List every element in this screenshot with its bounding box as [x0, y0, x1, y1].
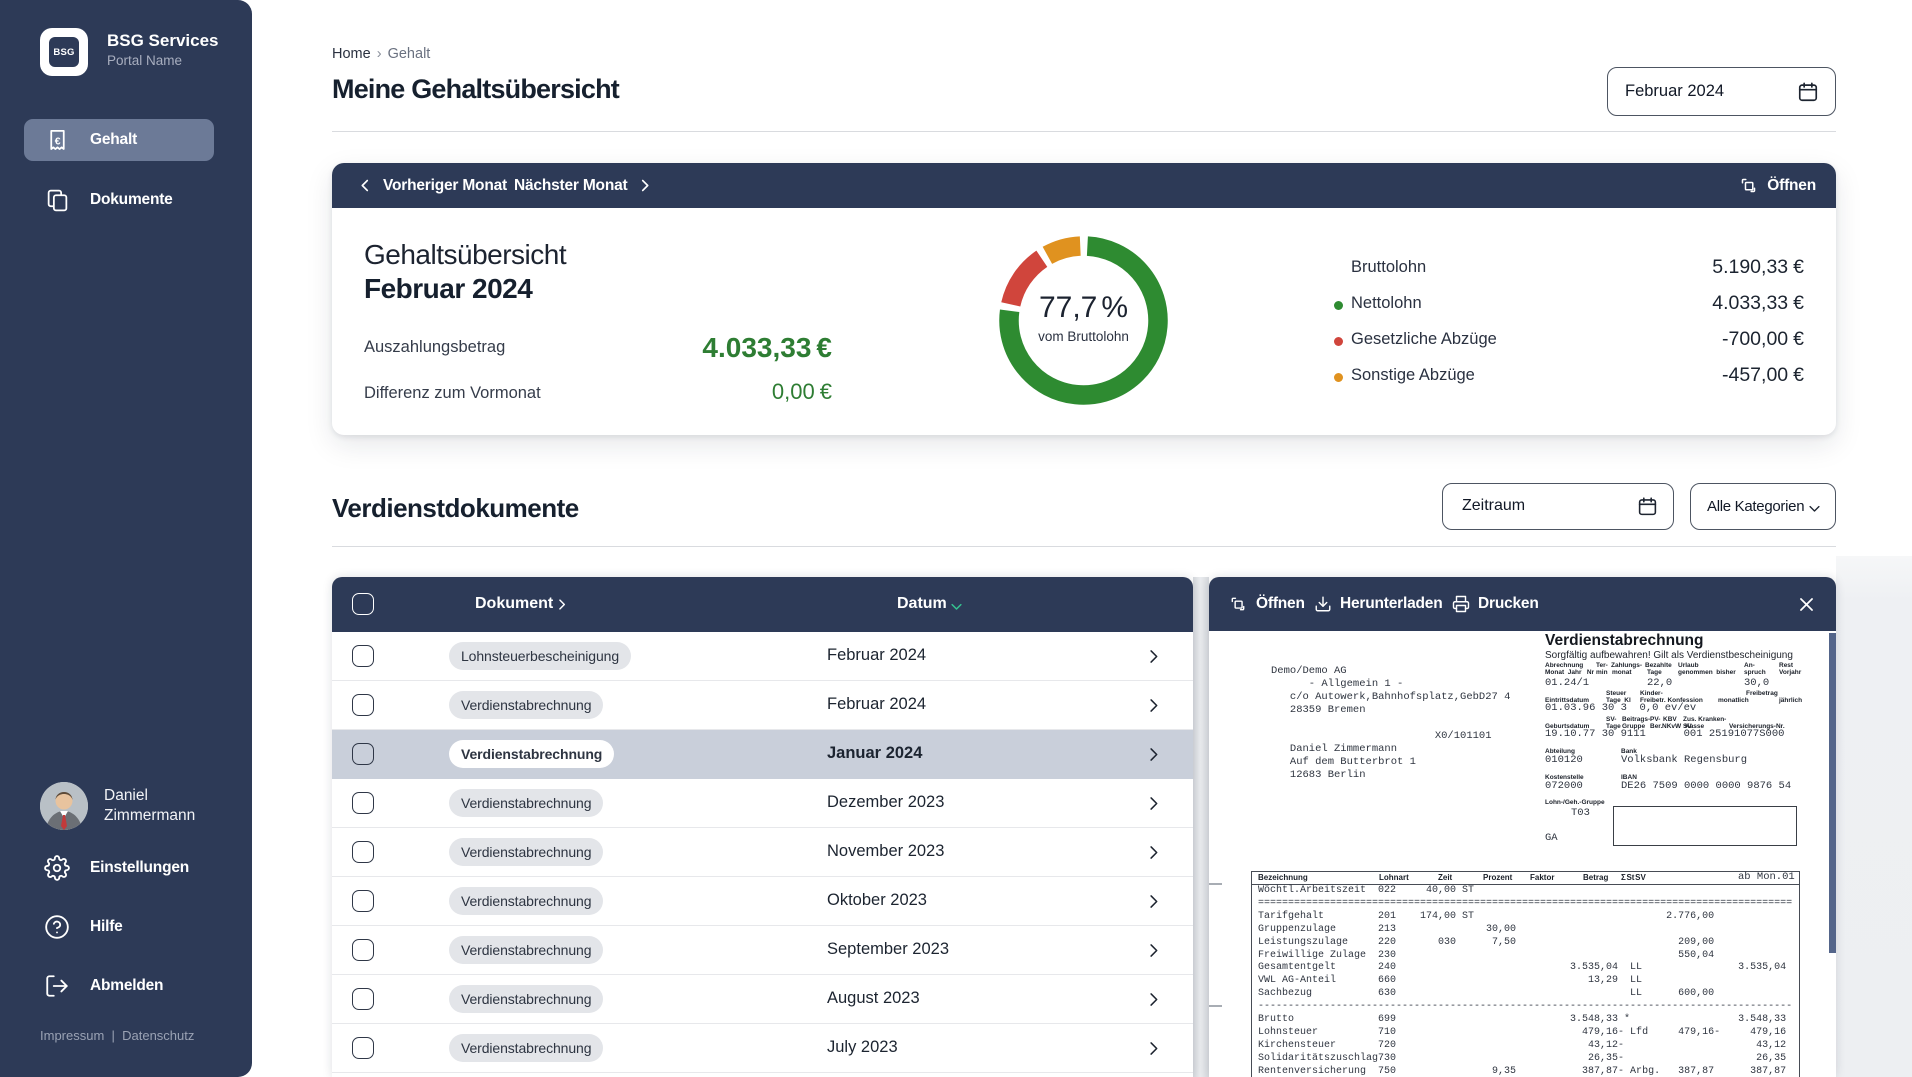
svg-text:€: €	[55, 136, 61, 147]
